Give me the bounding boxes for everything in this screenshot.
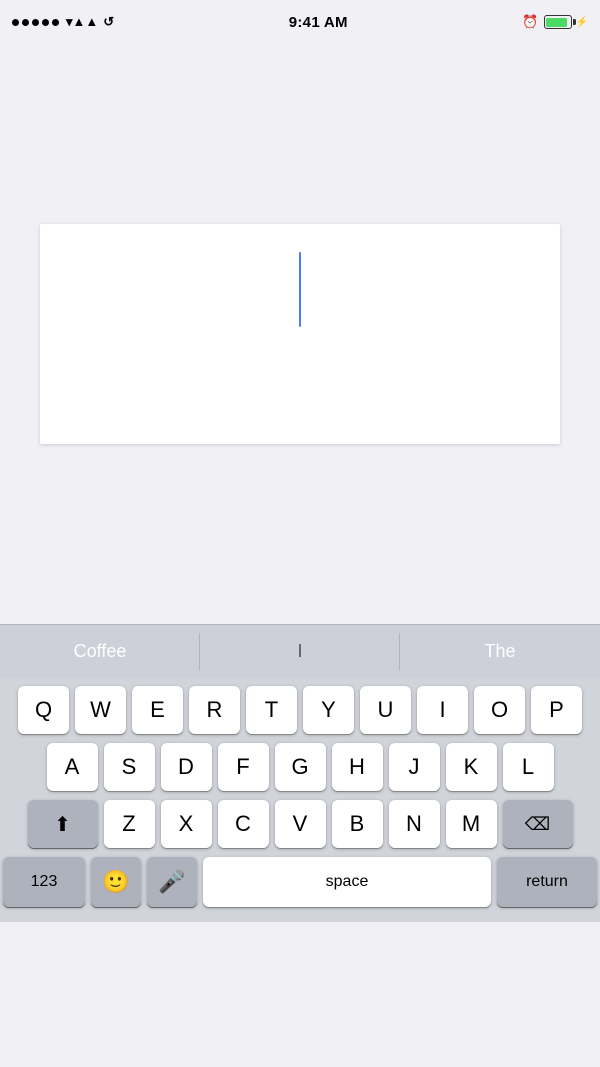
- shift-key[interactable]: ⬆: [28, 800, 98, 848]
- key-x[interactable]: X: [161, 800, 212, 848]
- alarm-icon: ⏰: [522, 14, 538, 30]
- battery-icon: ⚡: [544, 15, 588, 29]
- key-f[interactable]: F: [218, 743, 269, 791]
- key-o[interactable]: O: [474, 686, 525, 734]
- key-d[interactable]: D: [161, 743, 212, 791]
- key-t[interactable]: T: [246, 686, 297, 734]
- status-time: 9:41 AM: [289, 14, 348, 31]
- numbers-key[interactable]: 123: [3, 857, 85, 907]
- key-n[interactable]: N: [389, 800, 440, 848]
- keyboard: Q W E R T Y U I O P A S D F G H J K L ⬆ …: [0, 678, 600, 922]
- key-c[interactable]: C: [218, 800, 269, 848]
- key-h[interactable]: H: [332, 743, 383, 791]
- key-l[interactable]: L: [503, 743, 554, 791]
- signal-icon: [12, 19, 59, 26]
- key-y[interactable]: Y: [303, 686, 354, 734]
- key-v[interactable]: V: [275, 800, 326, 848]
- microphone-key[interactable]: 🎤: [147, 857, 197, 907]
- key-z[interactable]: Z: [104, 800, 155, 848]
- keyboard-row-1: Q W E R T Y U I O P: [3, 686, 597, 734]
- main-content-area: [0, 44, 600, 624]
- keyboard-row-2: A S D F G H J K L: [3, 743, 597, 791]
- shift-icon: ⬆: [54, 812, 71, 837]
- return-key[interactable]: return: [497, 857, 597, 907]
- autocomplete-bar: Coffee I The: [0, 624, 600, 678]
- delete-icon: ⌫: [525, 814, 550, 835]
- key-b[interactable]: B: [332, 800, 383, 848]
- key-e[interactable]: E: [132, 686, 183, 734]
- wifi-icon: ▾▲▲: [66, 14, 98, 30]
- charging-icon: ⚡: [576, 17, 588, 28]
- emoji-icon: 🙂: [102, 869, 129, 895]
- status-right: ⏰ ⚡: [522, 14, 588, 30]
- keyboard-row-bottom: 123 🙂 🎤 space return: [3, 857, 597, 907]
- status-left: ▾▲▲ ↺: [12, 14, 114, 30]
- microphone-icon: 🎤: [158, 869, 185, 895]
- autocomplete-i[interactable]: I: [200, 625, 400, 678]
- key-w[interactable]: W: [75, 686, 126, 734]
- document-editing-area[interactable]: [40, 224, 560, 444]
- key-g[interactable]: G: [275, 743, 326, 791]
- text-cursor: [299, 252, 301, 327]
- key-r[interactable]: R: [189, 686, 240, 734]
- sync-icon: ↺: [103, 14, 114, 30]
- key-p[interactable]: P: [531, 686, 582, 734]
- key-i[interactable]: I: [417, 686, 468, 734]
- status-bar: ▾▲▲ ↺ 9:41 AM ⏰ ⚡: [0, 0, 600, 44]
- space-key[interactable]: space: [203, 857, 491, 907]
- key-m[interactable]: M: [446, 800, 497, 848]
- keyboard-row-3: ⬆ Z X C V B N M ⌫: [3, 800, 597, 848]
- key-j[interactable]: J: [389, 743, 440, 791]
- key-q[interactable]: Q: [18, 686, 69, 734]
- key-u[interactable]: U: [360, 686, 411, 734]
- key-k[interactable]: K: [446, 743, 497, 791]
- key-s[interactable]: S: [104, 743, 155, 791]
- emoji-key[interactable]: 🙂: [91, 857, 141, 907]
- key-a[interactable]: A: [47, 743, 98, 791]
- delete-key[interactable]: ⌫: [503, 800, 573, 848]
- autocomplete-coffee[interactable]: Coffee: [0, 625, 200, 678]
- autocomplete-the[interactable]: The: [400, 625, 600, 678]
